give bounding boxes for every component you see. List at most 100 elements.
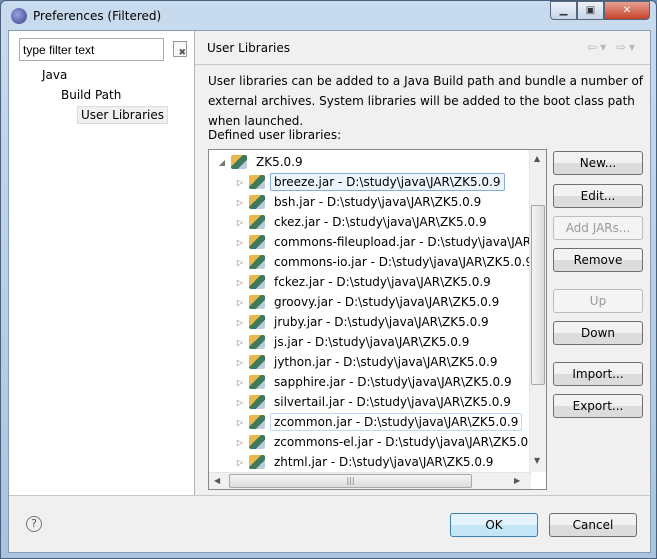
ok-button[interactable]: OK	[450, 513, 538, 537]
tree-item[interactable]: ▷ zcommons-el.jar - D:\study\java\JAR\ZK5…	[235, 432, 544, 452]
jar-icon	[249, 275, 265, 289]
tree-item-label: silvertail.jar - D:\study\java\JAR\ZK5.0…	[274, 395, 511, 409]
jar-icon	[249, 235, 265, 249]
tree-item-label: breeze.jar - D:\study\java\JAR\ZK5.0.9	[270, 173, 505, 191]
user-libraries-tree[interactable]: ◢ ZK5.0.9 ▷ breeze.jar - D:\study\java\JAR\…	[208, 149, 547, 490]
expand-icon[interactable]: ▷	[235, 298, 245, 307]
tree-item[interactable]: ▷ js.jar - D:\study\java\JAR\ZK5.0.9	[235, 332, 473, 352]
tree-root-zk[interactable]: ◢ ZK5.0.9	[217, 152, 307, 172]
vertical-scrollbar[interactable]: ▲ ▼	[529, 150, 546, 472]
close-button[interactable]: ✕	[604, 1, 650, 20]
expand-icon[interactable]: ▷	[235, 178, 245, 187]
help-icon[interactable]: ?	[26, 516, 42, 532]
nav-item-java[interactable]: Java	[42, 68, 67, 82]
jar-icon	[249, 435, 265, 449]
vertical-scroll-thumb[interactable]	[531, 205, 545, 385]
forward-arrow-icon[interactable]: ⇨▾	[616, 40, 638, 54]
nav-item-user-libraries[interactable]: User Libraries	[77, 106, 168, 124]
page-header: User Libraries ⇦▾ ⇨▾	[195, 31, 650, 65]
scroll-down-icon[interactable]: ▼	[534, 456, 540, 465]
expand-icon[interactable]: ▷	[235, 338, 245, 347]
tree-item-label: jython.jar - D:\study\java\JAR\ZK5.0.9	[274, 355, 498, 369]
defined-libraries-label: Defined user libraries:	[208, 128, 342, 142]
dialog-body: ✖ Java Build Path User Libraries User Li…	[8, 30, 651, 553]
tree-item-label: zhtml.jar - D:\study\java\JAR\ZK5.0.9	[274, 455, 494, 469]
tree-item-label: ckez.jar - D:\study\java\JAR\ZK5.0.9	[274, 215, 487, 229]
expand-icon[interactable]: ▷	[235, 318, 245, 327]
tree-item[interactable]: ▷ silvertail.jar - D:\study\java\JAR\ZK5.…	[235, 392, 515, 412]
expand-icon[interactable]: ▷	[235, 418, 245, 427]
tree-item[interactable]: ▷ jruby.jar - D:\study\java\JAR\ZK5.0.9	[235, 312, 493, 332]
expand-icon[interactable]: ▷	[235, 438, 245, 447]
back-arrow-icon[interactable]: ⇦▾	[587, 40, 609, 54]
title-bar: Preferences (Filtered)	[11, 6, 161, 26]
tree-item[interactable]: ▷ commons-io.jar - D:\study\java\JAR\ZK5.…	[235, 252, 537, 272]
expand-icon[interactable]: ▷	[235, 378, 245, 387]
collapse-icon[interactable]: ◢	[217, 158, 227, 167]
tree-item[interactable]: ▷ zhtml.jar - D:\study\java\JAR\ZK5.0.9	[235, 452, 497, 472]
filter-input[interactable]	[19, 38, 164, 61]
expand-icon[interactable]: ▷	[235, 358, 245, 367]
tree-item[interactable]: ▷ fckez.jar - D:\study\java\JAR\ZK5.0.9	[235, 272, 495, 292]
minimize-button[interactable]: ▁	[550, 1, 577, 20]
tree-item[interactable]: ▷ groovy.jar - D:\study\java\JAR\ZK5.0.9	[235, 292, 503, 312]
remove-button[interactable]: Remove	[553, 248, 643, 272]
tree-item-label: bsh.jar - D:\study\java\JAR\ZK5.0.9	[274, 195, 482, 209]
tree-item-label: js.jar - D:\study\java\JAR\ZK5.0.9	[274, 335, 470, 349]
tree-item[interactable]: ▷ sapphire.jar - D:\study\java\JAR\ZK5.0.…	[235, 372, 516, 392]
tree-item-label: zcommons-el.jar - D:\study\java\JAR\ZK5.…	[274, 435, 540, 449]
expand-icon[interactable]: ▷	[235, 458, 245, 467]
import-button[interactable]: Import...	[553, 362, 643, 386]
tree-item-label: commons-io.jar - D:\study\java\JAR\ZK5.0…	[274, 255, 534, 269]
scroll-right-icon[interactable]: ▶	[514, 476, 520, 485]
page-description: User libraries can be added to a Java Bu…	[208, 74, 644, 128]
tree-item-label: commons-fileupload.jar - D:\study\java\J…	[274, 235, 546, 249]
jar-icon	[249, 455, 265, 469]
scroll-left-icon[interactable]: ◀	[214, 476, 220, 485]
edit-button[interactable]: Edit...	[553, 184, 643, 208]
jar-icon	[249, 315, 265, 329]
jar-icon	[249, 175, 265, 189]
horizontal-scroll-thumb[interactable]: |||	[229, 474, 472, 488]
expand-icon[interactable]: ▷	[235, 278, 245, 287]
tree-item[interactable]: ▷ jython.jar - D:\study\java\JAR\ZK5.0.9	[235, 352, 501, 372]
eclipse-logo-icon	[11, 8, 27, 24]
tree-item-label: ZK5.0.9	[256, 155, 303, 169]
tree-item-label: groovy.jar - D:\study\java\JAR\ZK5.0.9	[274, 295, 500, 309]
page-title: User Libraries	[207, 41, 290, 55]
maximize-button[interactable]: ▣	[577, 1, 604, 20]
tree-item[interactable]: ▷ commons-fileupload.jar - D:\study\java\…	[235, 232, 546, 252]
tree-item-label: fckez.jar - D:\study\java\JAR\ZK5.0.9	[274, 275, 491, 289]
library-icon	[231, 155, 247, 169]
jar-icon	[249, 395, 265, 409]
export-button[interactable]: Export...	[553, 394, 643, 418]
down-button[interactable]: Down	[553, 321, 643, 345]
jar-icon	[249, 415, 265, 429]
tree-item[interactable]: ▷ zcommon.jar - D:\study\java\JAR\ZK5.0.9	[235, 412, 523, 432]
scroll-up-icon[interactable]: ▲	[534, 154, 540, 163]
up-button[interactable]: Up	[553, 289, 643, 313]
tree-item[interactable]: ▷ bsh.jar - D:\study\java\JAR\ZK5.0.9	[235, 192, 485, 212]
jar-icon	[249, 195, 265, 209]
add-jars-button[interactable]: Add JARs...	[553, 216, 643, 240]
new-button[interactable]: New...	[553, 151, 643, 175]
tree-item-label: jruby.jar - D:\study\java\JAR\ZK5.0.9	[274, 315, 489, 329]
expand-icon[interactable]: ▷	[235, 398, 245, 407]
tree-item[interactable]: ▷ ckez.jar - D:\study\java\JAR\ZK5.0.9	[235, 212, 491, 232]
cancel-button[interactable]: Cancel	[549, 513, 637, 537]
expand-icon[interactable]: ▷	[235, 238, 245, 247]
preferences-window: Preferences (Filtered) ▁ ▣ ✕ ✖ Java Buil…	[0, 0, 657, 559]
jar-icon	[249, 255, 265, 269]
nav-item-build-path[interactable]: Build Path	[61, 88, 121, 102]
horizontal-scrollbar[interactable]: ◀ ||| ▶	[209, 472, 531, 489]
expand-icon[interactable]: ▷	[235, 198, 245, 207]
window-title: Preferences (Filtered)	[33, 9, 162, 23]
tree-item[interactable]: ▷ breeze.jar - D:\study\java\JAR\ZK5.0.9	[235, 172, 505, 192]
jar-icon	[249, 215, 265, 229]
clear-filter-icon[interactable]: ✖	[173, 41, 187, 58]
tree-item-label: zcommon.jar - D:\study\java\JAR\ZK5.0.9	[270, 413, 523, 431]
navigation-panel: ✖ Java Build Path User Libraries	[9, 31, 195, 495]
jar-icon	[249, 295, 265, 309]
expand-icon[interactable]: ▷	[235, 258, 245, 267]
expand-icon[interactable]: ▷	[235, 218, 245, 227]
